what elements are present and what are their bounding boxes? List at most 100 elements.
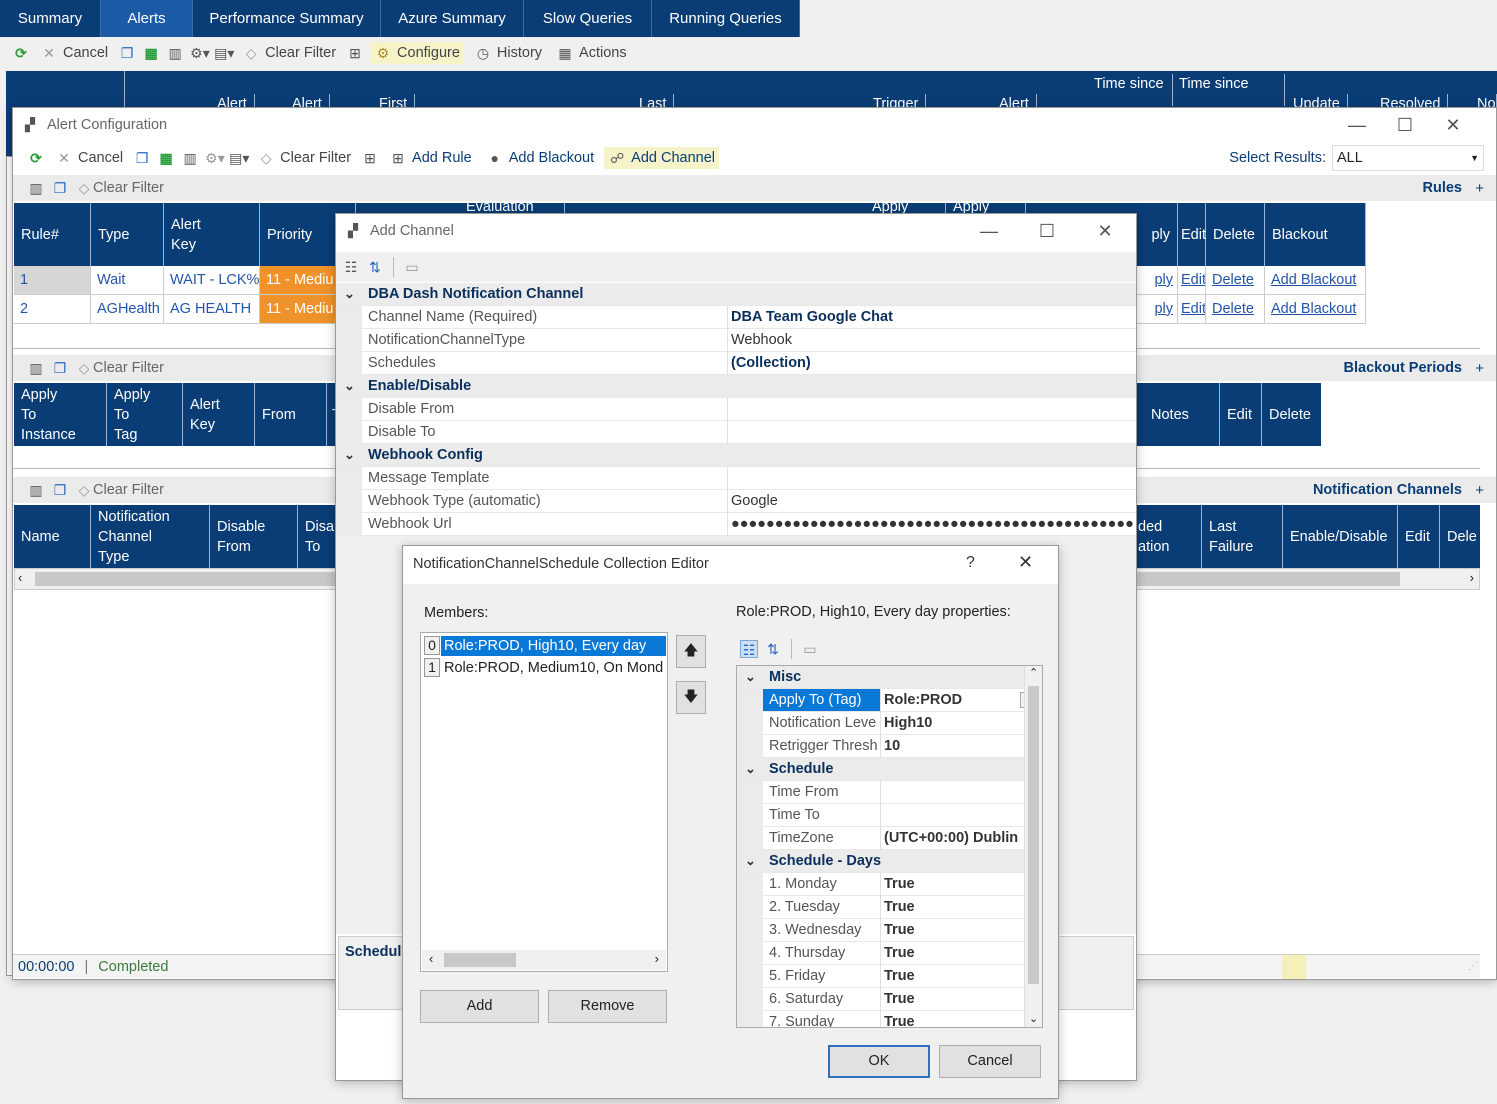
property-row[interactable]: Disable From	[336, 398, 1136, 421]
blackout-col-edit[interactable]: Edit	[1220, 383, 1262, 446]
category-row[interactable]: ⌄ Enable/Disable	[336, 375, 1136, 398]
alphabetical-icon[interactable]: ⇅	[764, 640, 782, 658]
channels-col-edit[interactable]: Edit	[1398, 505, 1440, 568]
rules-clear-filter[interactable]: Clear Filter	[93, 180, 164, 196]
minimize-icon[interactable]: —	[1334, 108, 1380, 142]
property-row[interactable]: Message Template	[336, 467, 1136, 490]
copy-icon[interactable]: ❐	[51, 179, 69, 197]
rule-2-delete-link[interactable]: Delete	[1212, 301, 1254, 317]
blackout-col-from[interactable]: From	[255, 383, 327, 446]
blackout-col-delete[interactable]: Delete	[1262, 383, 1321, 446]
scroll-thumb[interactable]	[444, 953, 516, 967]
rule-1-edit[interactable]: Edit	[1178, 266, 1206, 295]
property-row[interactable]: 2. Tuesday True	[737, 896, 1042, 919]
property-value[interactable]: Webhook	[731, 329, 792, 351]
channels-col-delete[interactable]: Dele	[1440, 505, 1480, 568]
tab-slow-queries[interactable]: Slow Queries	[524, 0, 652, 37]
property-row[interactable]: Schedules (Collection)	[336, 352, 1136, 375]
cancel-button[interactable]: ✕ Cancel	[51, 147, 127, 169]
clear-filter-button[interactable]: ◇ Clear Filter	[238, 42, 340, 64]
property-row[interactable]: Retrigger Thresh 10	[737, 735, 1042, 758]
rule-2-delete[interactable]: Delete	[1206, 295, 1265, 324]
channels-col-added[interactable]: ded ation	[1132, 505, 1202, 568]
close-icon[interactable]: ✕	[1430, 108, 1476, 142]
clear-filter-button[interactable]: ◇ Clear Filter	[253, 147, 355, 169]
rule-2-blackout-link[interactable]: Add Blackout	[1271, 301, 1356, 317]
rule-1-priority[interactable]: 11 - Mediu	[260, 266, 340, 295]
columns-icon[interactable]: ▥	[27, 359, 45, 377]
property-value[interactable]: True	[884, 873, 915, 895]
new-icon[interactable]: ⊞	[361, 149, 379, 167]
rules-col-rule[interactable]: Rule#	[14, 203, 91, 266]
move-up-button[interactable]: 🡅	[676, 635, 706, 668]
property-row[interactable]: Webhook Type (automatic) Google	[336, 490, 1136, 513]
property-value[interactable]: True	[884, 988, 915, 1010]
channels-clear-filter[interactable]: Clear Filter	[93, 482, 164, 498]
channels-col-type[interactable]: Notification Channel Type	[91, 505, 210, 568]
rules-col-edit[interactable]: Edit	[1178, 203, 1206, 266]
property-row[interactable]: Time From	[737, 781, 1042, 804]
alphabetical-icon[interactable]: ⇅	[366, 258, 384, 276]
alerts-col-time-since-2[interactable]: Time since	[1172, 74, 1285, 106]
property-row[interactable]: 7. Sunday True	[737, 1011, 1042, 1027]
property-value[interactable]: True	[884, 965, 915, 987]
property-row[interactable]: …Apply To (Tag)Role:PROD	[737, 689, 1042, 712]
add-channel-button[interactable]: ☍ Add Channel	[604, 147, 719, 169]
tab-azure-summary[interactable]: Azure Summary	[381, 0, 524, 37]
scroll-left-icon[interactable]: ‹	[18, 570, 22, 585]
filter-options-icon[interactable]: ⚙▾	[205, 149, 225, 167]
tab-running-queries[interactable]: Running Queries	[652, 0, 800, 37]
categorized-icon[interactable]: ☷	[740, 640, 758, 658]
refresh-icon[interactable]: ⟳	[27, 149, 45, 167]
maximize-icon[interactable]: ☐	[1024, 214, 1070, 248]
property-value[interactable]: True	[884, 1011, 915, 1027]
columns-icon[interactable]: ▥	[181, 149, 199, 167]
scroll-right-icon[interactable]: ›	[655, 951, 659, 966]
add-blackout-button[interactable]: ● Add Blackout	[482, 147, 598, 169]
rules-col-type[interactable]: Type	[91, 203, 164, 266]
resize-grip-icon[interactable]: ⋰	[1468, 955, 1478, 979]
excel-icon[interactable]: ▦	[157, 149, 175, 167]
category-row[interactable]: ⌄ Schedule	[737, 758, 1042, 781]
scroll-right-icon[interactable]: ›	[1470, 570, 1474, 585]
property-value[interactable]: DBA Team Google Chat	[731, 306, 893, 328]
move-down-button[interactable]: 🡇	[676, 681, 706, 714]
channels-col-disable-to[interactable]: Disal To	[298, 505, 338, 568]
blackout-col-notes[interactable]: Notes	[1144, 383, 1220, 446]
property-row[interactable]: 4. Thursday True	[737, 942, 1042, 965]
collapse-icon[interactable]: ⌄	[344, 375, 355, 397]
eraser-icon[interactable]: ◇	[75, 179, 93, 197]
collapse-icon[interactable]: ⌄	[344, 283, 355, 305]
rule-2-priority[interactable]: 11 - Mediu	[260, 295, 340, 324]
collapse-icon[interactable]: ⌄	[745, 758, 756, 780]
rule-1-delete-link[interactable]: Delete	[1212, 272, 1254, 288]
member-0-item[interactable]: Role:PROD, High10, Every day	[441, 636, 666, 656]
property-row[interactable]: Disable To	[336, 421, 1136, 444]
property-value[interactable]: Google	[731, 490, 778, 512]
blackout-clear-filter[interactable]: Clear Filter	[93, 360, 164, 376]
property-value[interactable]: (Collection)	[731, 352, 811, 374]
close-icon[interactable]: ✕	[1082, 214, 1128, 248]
property-value[interactable]: True	[884, 942, 915, 964]
blackout-expand-icon[interactable]: +	[1475, 360, 1484, 377]
property-value[interactable]: ●●●●●●●●●●●●●●●●●●●●●●●●●●●●●●●●●●●●●●●●…	[731, 513, 1134, 535]
tab-performance-summary[interactable]: Performance Summary	[193, 0, 381, 37]
members-hscrollbar[interactable]: ‹ ›	[422, 950, 666, 970]
add-rule-button[interactable]: ⊞ Add Rule	[385, 147, 476, 169]
copy-icon[interactable]: ❐	[118, 44, 136, 62]
property-pages-icon[interactable]: ▭	[403, 258, 421, 276]
rules-col-alert-key[interactable]: Alert Key	[164, 203, 260, 266]
collapse-icon[interactable]: ⌄	[745, 666, 756, 688]
property-row[interactable]: Notification Leve High10	[737, 712, 1042, 735]
property-value[interactable]: True	[884, 919, 915, 941]
rule-1-num[interactable]: 1	[14, 266, 91, 295]
channels-col-enable-disable[interactable]: Enable/Disable	[1283, 505, 1398, 568]
property-row[interactable]: 5. Friday True	[737, 965, 1042, 988]
property-row[interactable]: 6. Saturday True	[737, 988, 1042, 1011]
property-pages-icon[interactable]: ▭	[801, 640, 819, 658]
collapse-icon[interactable]: ⌄	[745, 850, 756, 872]
new-icon[interactable]: ⊞	[346, 44, 364, 62]
rule-1-type[interactable]: Wait	[91, 266, 164, 295]
rule-2-key[interactable]: AG HEALTH	[164, 295, 260, 324]
collapse-icon[interactable]: ⌄	[344, 444, 355, 466]
